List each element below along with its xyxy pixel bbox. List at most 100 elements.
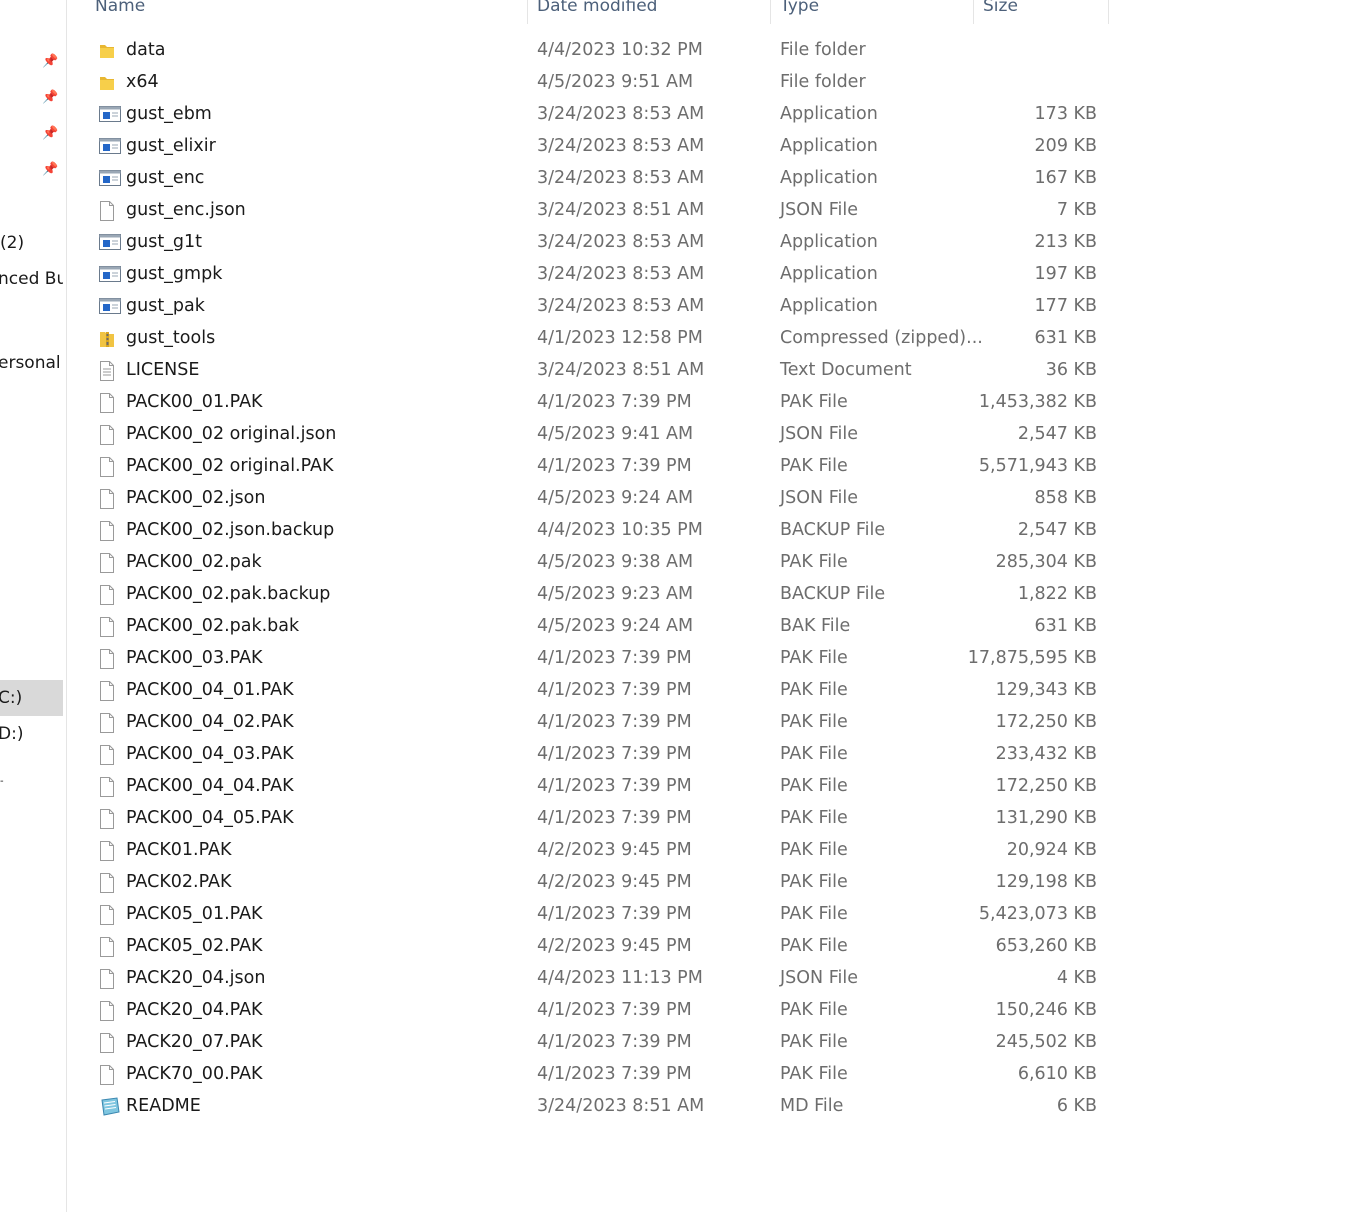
file-date-modified: 4/5/2023 9:51 AM — [537, 72, 694, 92]
file-row[interactable]: README 3/24/2023 8:51 AM MD File 6 KB — [67, 1091, 1110, 1123]
file-row[interactable]: PACK00_02.json 4/5/2023 9:24 AM JSON File 8… — [67, 483, 1110, 515]
file-row[interactable]: PACK01.PAK 4/2/2023 9:45 PM PAK File 20,924… — [67, 835, 1110, 867]
file-size: 6,610 KB — [1017, 1064, 1097, 1084]
file-row[interactable]: gust_pak 3/24/2023 8:53 AM Application 177 … — [67, 291, 1110, 323]
file-row[interactable]: PACK00_02.pak 4/5/2023 9:38 AM PAK File 285… — [67, 547, 1110, 579]
file-size: 653,260 KB — [995, 936, 1097, 956]
nav-item-local-disk-selected[interactable]: C:) — [0, 680, 63, 716]
nav-item[interactable]: (2) — [0, 225, 63, 261]
file-size: 172,250 KB — [995, 776, 1097, 796]
file-date-modified: 4/1/2023 7:39 PM — [537, 808, 692, 828]
nav-item-label: - — [0, 776, 4, 787]
file-row[interactable]: PACK00_01.PAK 4/1/2023 7:39 PM PAK File 1,4… — [67, 387, 1110, 419]
file-row[interactable]: PACK00_03.PAK 4/1/2023 7:39 PM PAK File 17,… — [67, 643, 1110, 675]
pin-icon[interactable]: 📌 — [42, 54, 58, 70]
file-type: JSON File — [780, 200, 858, 220]
file-row[interactable]: x64 4/5/2023 9:51 AM File folder — [67, 67, 1110, 99]
file-row[interactable]: gust_tools 4/1/2023 12:58 PM Compressed (z… — [67, 323, 1110, 355]
column-header-name[interactable]: Name — [95, 0, 145, 20]
file-date-modified: 4/1/2023 7:39 PM — [537, 648, 692, 668]
file-type: PAK File — [780, 808, 848, 828]
pin-icon[interactable]: 📌 — [42, 162, 58, 178]
file-name: gust_enc.json — [126, 200, 246, 220]
file-row[interactable]: PACK00_02.pak.backup 4/5/2023 9:23 AM BACK… — [67, 579, 1110, 611]
file-date-modified: 4/5/2023 9:24 AM — [537, 616, 694, 636]
file-size: 858 KB — [1034, 488, 1097, 508]
column-header-size[interactable]: Size — [983, 0, 1018, 20]
file-type: PAK File — [780, 392, 848, 412]
nav-item[interactable]: i — [0, 297, 63, 333]
file-type: PAK File — [780, 712, 848, 732]
column-header-date[interactable]: Date modified — [537, 0, 657, 20]
file-type: BACKUP File — [780, 520, 886, 540]
file-row[interactable]: gust_enc.json 3/24/2023 8:51 AM JSON File 7… — [67, 195, 1110, 227]
file-date-modified: 3/24/2023 8:53 AM — [537, 264, 705, 284]
file-size: 2,547 KB — [1017, 520, 1097, 540]
file-name: PACK00_02 original.PAK — [126, 456, 334, 476]
file-name: PACK00_04_05.PAK — [126, 808, 294, 828]
file-name: PACK05_01.PAK — [126, 904, 263, 924]
file-row[interactable]: PACK00_04_04.PAK 4/1/2023 7:39 PM PAK File… — [67, 771, 1110, 803]
file-type: Application — [780, 136, 878, 156]
file-row[interactable]: LICENSE 3/24/2023 8:51 AM Text Document 36 … — [67, 355, 1110, 387]
file-type: JSON File — [780, 968, 858, 988]
nav-item[interactable]: nced Bu — [0, 261, 63, 297]
file-name: PACK00_02.json.backup — [126, 520, 335, 540]
pin-icon[interactable]: 📌 — [42, 90, 58, 106]
file-row[interactable]: PACK00_04_05.PAK 4/1/2023 7:39 PM PAK File… — [67, 803, 1110, 835]
file-row[interactable]: gust_gmpk 3/24/2023 8:53 AM Application 197… — [67, 259, 1110, 291]
file-row[interactable]: PACK00_04_02.PAK 4/1/2023 7:39 PM PAK File… — [67, 707, 1110, 739]
column-header: Name Date modified Type Size — [67, 0, 1110, 24]
file-size: 173 KB — [1034, 104, 1097, 124]
nav-item[interactable]: ersonal — [0, 345, 63, 381]
file-date-modified: 4/1/2023 7:39 PM — [537, 456, 692, 476]
file-row[interactable]: PACK05_02.PAK 4/2/2023 9:45 PM PAK File 653… — [67, 931, 1110, 963]
column-divider[interactable] — [527, 0, 528, 24]
file-size: 5,571,943 KB — [978, 456, 1097, 476]
file-row[interactable]: PACK20_07.PAK 4/1/2023 7:39 PM PAK File 245… — [67, 1027, 1110, 1059]
file-row[interactable]: gust_g1t 3/24/2023 8:53 AM Application 213 … — [67, 227, 1110, 259]
file-size: 233,432 KB — [995, 744, 1097, 764]
file-row[interactable]: PACK00_04_03.PAK 4/1/2023 7:39 PM PAK File… — [67, 739, 1110, 771]
file-row[interactable]: gust_elixir 3/24/2023 8:53 AM Application 2… — [67, 131, 1110, 163]
file-type: PAK File — [780, 936, 848, 956]
file-icon — [99, 457, 115, 477]
file-row[interactable]: data 4/4/2023 10:32 PM File folder — [67, 35, 1110, 67]
column-divider[interactable] — [973, 0, 974, 24]
column-header-type[interactable]: Type — [780, 0, 819, 20]
file-size: 177 KB — [1034, 296, 1097, 316]
file-icon — [99, 969, 115, 989]
application-icon — [99, 169, 121, 189]
application-icon — [99, 297, 121, 317]
file-row[interactable]: PACK20_04.PAK 4/1/2023 7:39 PM PAK File 150… — [67, 995, 1110, 1027]
file-size: 631 KB — [1034, 328, 1097, 348]
nav-item[interactable]: - — [0, 764, 63, 800]
file-row[interactable]: PACK00_02.pak.bak 4/5/2023 9:24 AM BAK Fil… — [67, 611, 1110, 643]
file-row[interactable]: PACK70_00.PAK 4/1/2023 7:39 PM PAK File 6,6… — [67, 1059, 1110, 1091]
pin-icon[interactable]: 📌 — [42, 126, 58, 142]
nav-item-label: nced Bu — [0, 269, 63, 289]
file-icon — [99, 809, 115, 829]
file-name: PACK00_03.PAK — [126, 648, 263, 668]
file-row[interactable]: PACK00_02.json.backup 4/4/2023 10:35 PM BA… — [67, 515, 1110, 547]
navigation-pane: 📌 📌 📌 📌 (2) nced Bu i ersonal C:) D:) - — [0, 0, 67, 1212]
file-row[interactable]: PACK05_01.PAK 4/1/2023 7:39 PM PAK File 5,4… — [67, 899, 1110, 931]
file-row[interactable]: gust_ebm 3/24/2023 8:53 AM Application 173 … — [67, 99, 1110, 131]
column-divider[interactable] — [1108, 0, 1109, 24]
file-date-modified: 3/24/2023 8:53 AM — [537, 296, 705, 316]
application-icon — [99, 233, 121, 253]
file-row[interactable]: PACK00_04_01.PAK 4/1/2023 7:39 PM PAK File… — [67, 675, 1110, 707]
file-date-modified: 3/24/2023 8:53 AM — [537, 168, 705, 188]
file-row[interactable]: PACK20_04.json 4/4/2023 11:13 PM JSON File… — [67, 963, 1110, 995]
file-row[interactable]: PACK02.PAK 4/2/2023 9:45 PM PAK File 129,19… — [67, 867, 1110, 899]
file-icon — [99, 1065, 115, 1085]
file-size: 167 KB — [1034, 168, 1097, 188]
file-row[interactable]: PACK00_02 original.json 4/5/2023 9:41 AM J… — [67, 419, 1110, 451]
file-size: 245,502 KB — [995, 1032, 1097, 1052]
file-row[interactable]: PACK00_02 original.PAK 4/1/2023 7:39 PM PA… — [67, 451, 1110, 483]
column-divider[interactable] — [770, 0, 771, 24]
nav-item[interactable]: D:) — [0, 716, 63, 752]
file-date-modified: 4/1/2023 12:58 PM — [537, 328, 703, 348]
file-row[interactable]: gust_enc 3/24/2023 8:53 AM Application 167 … — [67, 163, 1110, 195]
file-icon — [99, 1033, 115, 1053]
